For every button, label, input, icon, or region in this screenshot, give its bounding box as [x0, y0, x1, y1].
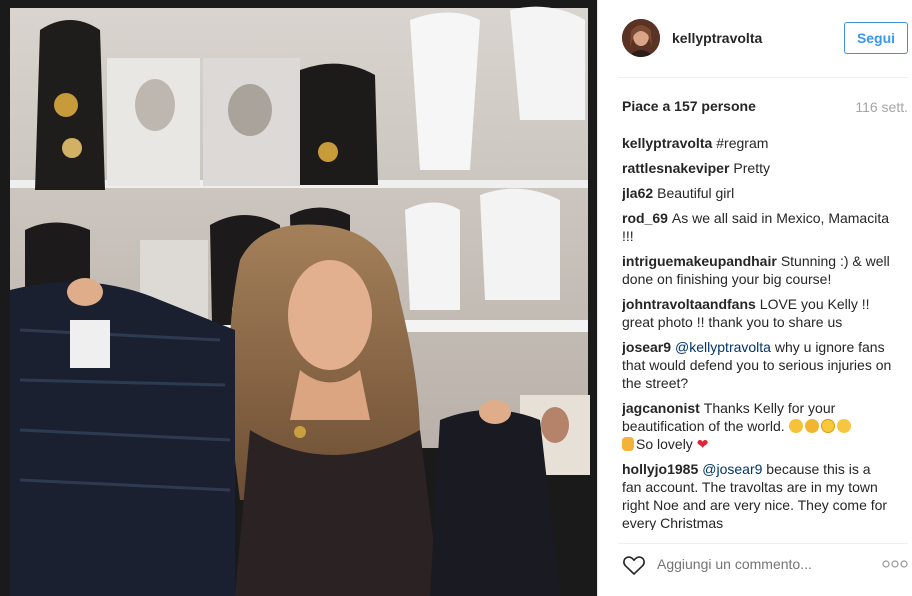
comment-user[interactable]: hollyjo1985	[622, 461, 698, 477]
comment-user[interactable]: kellyptravolta	[622, 135, 712, 151]
heart-outline-icon[interactable]	[622, 554, 646, 576]
comment-mention[interactable]: @josear9	[702, 461, 762, 477]
comment: johntravoltaandfans LOVE you Kelly !! gre…	[622, 295, 892, 331]
more-dots-icon[interactable]	[882, 560, 908, 568]
footer-divider	[618, 543, 908, 544]
comment: hollyjo1985 @josear9 because this is a fa…	[622, 460, 892, 530]
comment-user[interactable]: intriguemakeupandhair	[622, 253, 777, 269]
red-heart-icon: ❤	[696, 436, 709, 452]
comment-mention[interactable]: @kellyptravolta	[675, 339, 771, 355]
comment-text: Pretty	[733, 160, 770, 176]
add-comment-input[interactable]	[657, 556, 857, 572]
comment-user[interactable]: jla62	[622, 185, 653, 201]
post-photo[interactable]	[0, 0, 597, 596]
comment-user[interactable]: josear9	[622, 339, 671, 355]
comment-text: Beautiful girl	[657, 185, 735, 201]
avatar[interactable]	[622, 19, 660, 57]
post-photo-art	[0, 0, 597, 596]
comment-text: #regram	[716, 135, 769, 151]
post-age[interactable]: 116 sett.	[855, 99, 908, 115]
comment: josear9 @kellyptravolta why u ignore fans…	[622, 338, 892, 392]
avatar-image	[622, 19, 660, 57]
post-header: kellyptravolta Segui	[598, 0, 912, 78]
comment-text-continued: So lovely	[636, 436, 693, 452]
sad-emoji-icon	[804, 419, 819, 433]
comment: intriguemakeupandhair Stunning :) & well …	[622, 252, 892, 288]
heart-eyes-emoji-icon	[820, 419, 835, 433]
likes-count[interactable]: Piace a 157 persone	[622, 98, 756, 114]
comment-user[interactable]: jagcanonist	[622, 400, 700, 416]
comment-user[interactable]: johntravoltaandfans	[622, 296, 756, 312]
blush-emoji-icon	[788, 419, 803, 433]
header-divider	[618, 77, 908, 78]
comment-user[interactable]: rattlesnakeviper	[622, 160, 729, 176]
comment: jagcanonist Thanks Kelly for your beautif…	[622, 399, 892, 453]
comment: kellyptravolta #regram	[622, 134, 892, 152]
comment: rod_69 As we all said in Mexico, Mamacita…	[622, 209, 892, 245]
follow-button[interactable]: Segui	[844, 22, 908, 54]
comment-user[interactable]: rod_69	[622, 210, 668, 226]
sunglasses-emoji-icon	[836, 419, 851, 433]
ok-hand-emoji-icon	[622, 437, 634, 451]
comment: rattlesnakeviper Pretty	[622, 159, 892, 177]
comment: jla62 Beautiful girl	[622, 184, 892, 202]
comments-list[interactable]: kellyptravolta #regram rattlesnakeviper Pr…	[622, 134, 892, 530]
post-side-panel: kellyptravolta Segui Piace a 157 persone…	[597, 0, 912, 596]
post-author-username[interactable]: kellyptravolta	[672, 30, 762, 46]
